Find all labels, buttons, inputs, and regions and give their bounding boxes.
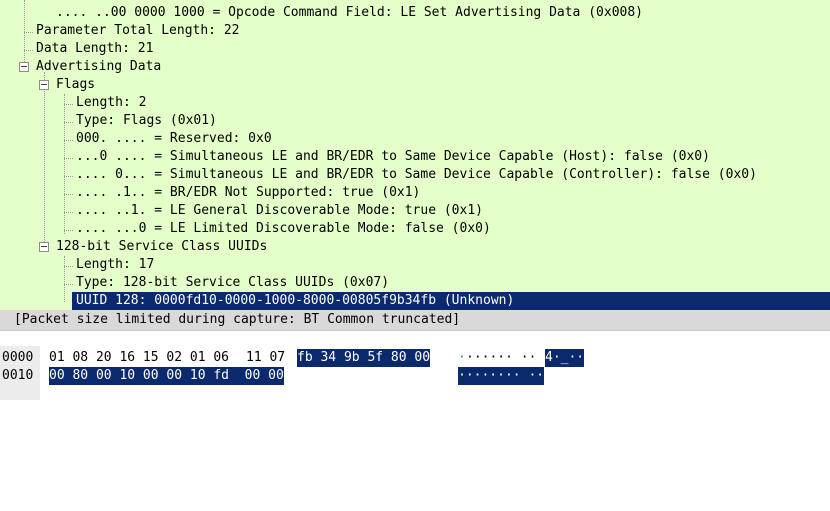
pane-splitter[interactable] bbox=[0, 330, 830, 347]
tree-row-le-general-discoverable[interactable]: .... ..1. = LE General Discoverable Mode… bbox=[0, 202, 830, 220]
tree-row-flags-type[interactable]: Type: Flags (0x01) bbox=[0, 112, 830, 130]
hex-offset: 0010 bbox=[2, 368, 34, 383]
hex-row[interactable]: 0000 01 08 20 16 15 02 01 06 11 07 fb 34… bbox=[0, 349, 830, 367]
warning-label: [Packet size limited during capture: BT … bbox=[14, 312, 461, 327]
tree-row-opcode-command-field[interactable]: .... ..00 0000 1000 = Opcode Command Fie… bbox=[0, 4, 830, 22]
tree-row-label: Flags bbox=[56, 77, 96, 92]
collapse-toggle-icon[interactable] bbox=[19, 62, 29, 72]
tree-row-128-bit-service-class-uuids[interactable]: 128-bit Service Class UUIDs bbox=[0, 238, 830, 256]
tree-row-uuids-length[interactable]: Length: 17 bbox=[0, 256, 830, 274]
packet-bytes-pane[interactable]: 0000 01 08 20 16 15 02 01 06 11 07 fb 34… bbox=[0, 346, 830, 400]
ascii-dump: ······ ·· bbox=[466, 350, 537, 365]
tree-row-flags-length[interactable]: Length: 2 bbox=[0, 94, 830, 112]
tree-row-label: Length: 2 bbox=[76, 95, 147, 110]
hex-bytes: 11 07 bbox=[246, 350, 286, 365]
tree-row-simultaneous-host[interactable]: ...0 .... = Simultaneous LE and BR/EDR t… bbox=[0, 148, 830, 166]
tree-row-label: Parameter Total Length: 22 bbox=[36, 23, 240, 38]
tree-row-label: ...0 .... = Simultaneous LE and BR/EDR t… bbox=[76, 149, 710, 164]
tree-row-label: .... 0... = Simultaneous LE and BR/EDR t… bbox=[76, 167, 757, 182]
hex-row[interactable]: 0010 00 80 00 10 00 00 10 fd 00 00 ·····… bbox=[0, 367, 830, 385]
collapse-toggle-icon[interactable] bbox=[39, 242, 49, 252]
tree-row-advertising-data[interactable]: Advertising Data bbox=[0, 58, 830, 76]
ascii-dump-selected: ········ ·· bbox=[458, 367, 545, 385]
tree-row-br-edr-not-supported[interactable]: .... .1.. = BR/EDR Not Supported: true (… bbox=[0, 184, 830, 202]
tree-row-label: UUID 128: 0000fd10-0000-1000-8000-00805f… bbox=[76, 293, 515, 308]
tree-row-label: 000. .... = Reserved: 0x0 bbox=[76, 131, 272, 146]
tree-row-label: Length: 17 bbox=[76, 257, 155, 272]
tree-row-simultaneous-controller[interactable]: .... 0... = Simultaneous LE and BR/EDR t… bbox=[0, 166, 830, 184]
tree-row-reserved[interactable]: 000. .... = Reserved: 0x0 bbox=[0, 130, 830, 148]
ascii-dump: · bbox=[458, 350, 466, 365]
tree-row-data-length[interactable]: Data Length: 21 bbox=[0, 40, 830, 58]
hex-bytes: 01 08 20 16 15 02 01 06 bbox=[49, 350, 230, 365]
tree-row-le-limited-discoverable[interactable]: .... ...0 = LE Limited Discoverable Mode… bbox=[0, 220, 830, 238]
hex-offset: 0000 bbox=[2, 350, 34, 365]
packet-details-tree[interactable]: .... ..00 0000 1000 = Opcode Command Fie… bbox=[0, 0, 830, 330]
tree-row-uuids-type[interactable]: Type: 128-bit Service Class UUIDs (0x07) bbox=[0, 274, 830, 292]
tree-row-label: Data Length: 21 bbox=[36, 41, 154, 56]
tree-row-flags[interactable]: Flags bbox=[0, 76, 830, 94]
tree-row-label: .... ...0 = LE Limited Discoverable Mode… bbox=[76, 221, 491, 236]
packet-truncated-warning[interactable]: [Packet size limited during capture: BT … bbox=[0, 310, 830, 330]
tree-row-label: Type: 128-bit Service Class UUIDs (0x07) bbox=[76, 275, 390, 290]
tree-row-label: .... ..00 0000 1000 = Opcode Command Fie… bbox=[56, 5, 643, 20]
tree-row-label: 128-bit Service Class UUIDs bbox=[56, 239, 268, 254]
tree-row-parameter-total-length[interactable]: Parameter Total Length: 22 bbox=[0, 22, 830, 40]
tree-row-label: Type: Flags (0x01) bbox=[76, 113, 217, 128]
tree-row-label: .... ..1. = LE General Discoverable Mode… bbox=[76, 203, 483, 218]
ascii-dump-selected: 4·_·· bbox=[545, 349, 585, 367]
hex-bytes-selected: 00 80 00 10 00 00 10 fd 00 00 bbox=[49, 367, 284, 385]
tree-row-label: .... .1.. = BR/EDR Not Supported: true (… bbox=[76, 185, 421, 200]
hex-bytes-selected: fb 34 9b 5f 80 00 bbox=[297, 349, 431, 367]
tree-row-label: Advertising Data bbox=[36, 59, 162, 74]
tree-row-uuid-128-selected[interactable]: UUID 128: 0000fd10-0000-1000-8000-00805f… bbox=[72, 292, 830, 310]
collapse-toggle-icon[interactable] bbox=[39, 80, 49, 90]
